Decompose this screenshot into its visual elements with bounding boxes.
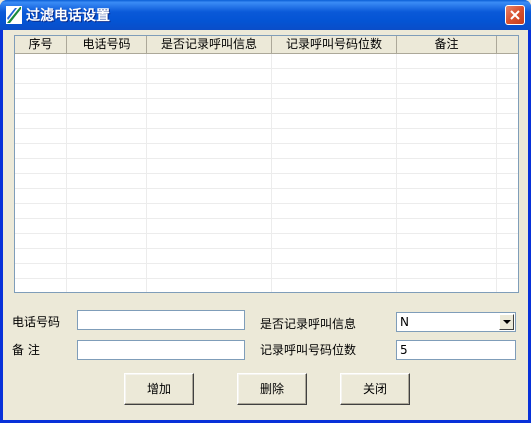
column-header-index[interactable]: 序号 <box>15 36 67 53</box>
phone-input[interactable] <box>77 310 245 330</box>
table-row <box>15 69 518 84</box>
column-divider <box>271 54 272 292</box>
table-row <box>15 159 518 174</box>
close-icon <box>510 10 520 20</box>
delete-button[interactable]: 删除 <box>237 373 307 405</box>
column-header-record-info[interactable]: 是否记录呼叫信息 <box>147 36 272 53</box>
table-row <box>15 174 518 189</box>
table-row <box>15 84 518 99</box>
filter-phone-settings-window: 过滤电话设置 序号 电话号码 是否记录呼叫信息 记录呼叫号码位数 备注 电话号码… <box>0 0 531 423</box>
table-row <box>15 144 518 159</box>
title-bar[interactable]: 过滤电话设置 <box>0 0 531 30</box>
dropdown-button[interactable] <box>499 314 514 330</box>
phone-label: 电话号码 <box>12 315 61 329</box>
note-input[interactable] <box>77 340 245 360</box>
window-title: 过滤电话设置 <box>26 8 110 24</box>
table-row <box>15 129 518 144</box>
chevron-down-icon <box>503 320 511 324</box>
record-info-select[interactable]: N <box>396 312 516 332</box>
table-row <box>15 279 518 292</box>
grid-rows <box>15 54 518 292</box>
table-row <box>15 234 518 249</box>
table-row <box>15 189 518 204</box>
column-divider <box>496 54 497 292</box>
column-divider <box>66 54 67 292</box>
column-header-record-digits[interactable]: 记录呼叫号码位数 <box>272 36 397 53</box>
note-label: 备 注 <box>12 343 40 357</box>
digits-label: 记录呼叫号码位数 <box>260 343 357 357</box>
app-icon <box>6 6 22 24</box>
table-row <box>15 204 518 219</box>
column-header-note[interactable]: 备注 <box>397 36 497 53</box>
column-header-phone[interactable]: 电话号码 <box>67 36 147 53</box>
record-info-label: 是否记录呼叫信息 <box>260 317 357 331</box>
column-divider <box>396 54 397 292</box>
column-divider <box>146 54 147 292</box>
table-row <box>15 114 518 129</box>
table-row <box>15 54 518 69</box>
close-button[interactable]: 关闭 <box>340 373 410 405</box>
table-row <box>15 219 518 234</box>
window-close-button[interactable] <box>505 5 525 25</box>
table-row <box>15 264 518 279</box>
add-button[interactable]: 增加 <box>124 373 194 405</box>
phone-list-grid[interactable]: 序号 电话号码 是否记录呼叫信息 记录呼叫号码位数 备注 <box>14 35 519 293</box>
grid-header: 序号 电话号码 是否记录呼叫信息 记录呼叫号码位数 备注 <box>15 36 518 54</box>
record-info-value: N <box>400 315 409 329</box>
table-row <box>15 99 518 114</box>
digits-input[interactable]: 5 <box>396 340 516 360</box>
table-row <box>15 249 518 264</box>
